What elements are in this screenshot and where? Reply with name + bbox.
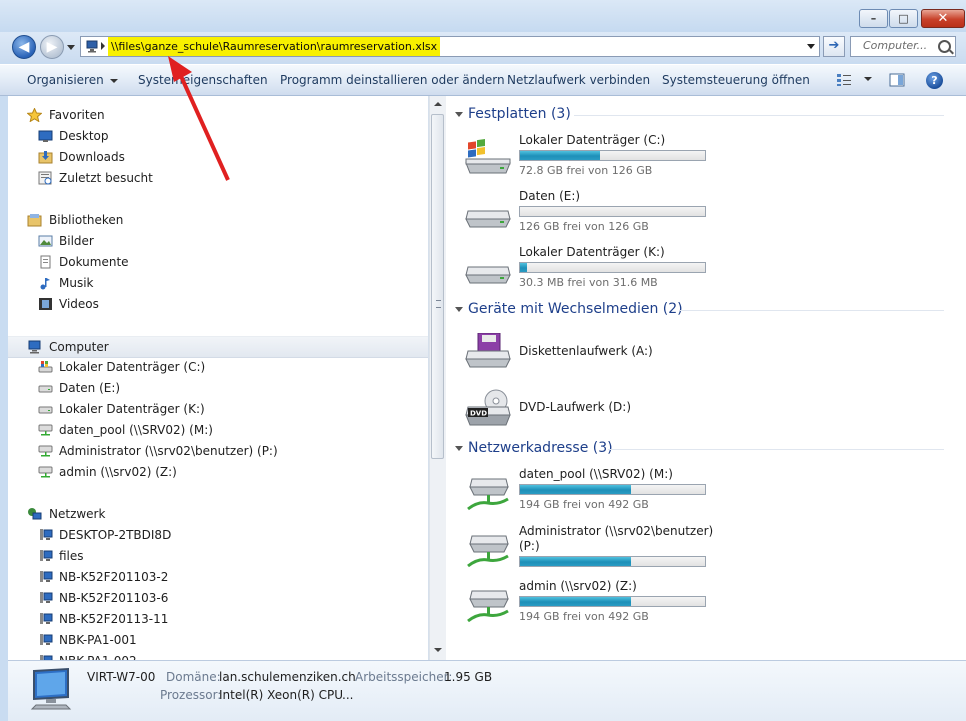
drive-usage-fill [520,151,600,160]
drive-usage-fill [520,485,631,494]
uninstall-program-button[interactable]: Programm deinstallieren oder ändern [280,73,505,87]
downloads-icon [38,151,53,164]
content-pane: Festplatten (3) Lokaler Datenträger (C:)… [446,96,951,660]
network-drive-icon [467,478,509,511]
network-drive-icon [38,466,53,478]
domain-value: lan.schulemenziken.ch [219,670,356,684]
collapse-group-icon[interactable] [455,112,463,117]
forward-arrow-icon: ▶ [46,39,58,55]
network-computer-icon [40,592,53,603]
network-computer-icon [40,529,53,540]
recent-pages-dropdown-icon[interactable] [67,45,75,50]
title-bar: – □ ✕ [0,0,966,34]
computer-icon [28,340,41,354]
libraries-icon [27,214,42,227]
search-placeholder: Computer... [863,39,928,52]
explorer-window: – □ ✕ ◀ ▶ \\files\ganze_schule\Raumreser… [0,0,966,721]
system-properties-button[interactable]: Systemeigenschaften [138,73,268,87]
command-bar: Organisieren Systemeigenschaften Program… [0,64,966,96]
dvd-drive-icon: DVD [465,389,511,426]
music-icon [40,278,50,290]
documents-icon [40,255,51,269]
computer-name: VIRT-W7-00 [87,670,156,684]
drive-usage-fill [520,597,631,606]
address-dropdown-icon[interactable] [807,44,815,49]
close-button[interactable]: ✕ [921,9,965,28]
view-options-icon[interactable] [836,73,852,87]
group-title-network-locations[interactable]: Netzwerkadresse (3) [468,440,613,456]
go-button[interactable]: ➔ [823,36,845,57]
minimize-button[interactable]: – [859,9,888,28]
hard-drive-icon [465,266,511,284]
organize-button[interactable]: Organisieren [27,73,118,87]
star-icon [27,108,42,122]
scrollbar-thumb[interactable] [431,114,444,459]
network-computer-icon [40,613,53,624]
network-computer-icon [40,571,53,582]
memory-label: Arbeitsspeicher: [355,670,453,684]
windows-system-drive-icon [465,139,511,174]
computer-icon [86,40,98,53]
drive-usage-bar [519,556,706,567]
network-drive-icon [38,424,53,436]
drive-usage-bar [519,206,706,217]
memory-value: 1.95 GB [444,670,493,684]
drive-icon [38,385,53,393]
group-title-hard-disks[interactable]: Festplatten (3) [468,106,571,122]
dvd-badge: DVD [470,410,487,418]
network-drive-icon [467,535,509,568]
scroll-down-icon[interactable] [434,648,442,652]
back-arrow-icon: ◀ [18,39,30,55]
domain-label: Domäne: [166,670,221,684]
computer-icon [30,667,72,710]
cpu-value: Intel(R) Xeon(R) CPU [219,688,344,702]
details-pane: VIRT-W7-00 Domäne: lan.schulemenziken.ch… [8,660,966,721]
collapse-group-icon[interactable] [455,446,463,451]
pictures-icon [38,235,53,247]
drive-usage-bar [519,484,706,495]
group-title-removable[interactable]: Geräte mit Wechselmedien (2) [468,301,683,317]
recent-places-icon [38,171,52,185]
network-computer-icon [40,550,53,561]
chevron-down-icon [109,78,118,83]
open-control-panel-button[interactable]: Systemsteuerung öffnen [662,73,810,87]
help-icon[interactable]: ? [926,72,943,89]
search-icon[interactable] [938,40,951,53]
map-network-drive-button[interactable]: Netzlaufwerk verbinden [507,73,650,87]
videos-icon [39,298,52,310]
desktop-icon [38,130,53,142]
hard-drive-icon [465,210,511,228]
network-drive-icon [467,590,509,623]
floppy-drive-icon [465,333,511,368]
drive-usage-fill [520,557,631,566]
navigation-pane-scrollbar[interactable] [429,96,446,660]
drive-usage-bar [519,262,706,273]
preview-pane-icon[interactable] [889,73,905,87]
maximize-button[interactable]: □ [889,9,918,28]
network-drive-icon [38,445,53,457]
network-computer-icon [40,634,53,645]
cpu-label: Prozessor: [160,688,222,702]
address-path[interactable]: \\files\ganze_schule\Raumreservation\rau… [108,37,441,56]
sidebar-group-computer[interactable]: Computer [8,336,428,358]
view-options-dropdown-icon[interactable] [858,71,872,85]
back-button[interactable]: ◀ [12,35,36,59]
forward-button[interactable]: ▶ [40,35,64,59]
scroll-up-icon[interactable] [434,102,442,106]
address-bar[interactable]: \\files\ganze_schule\Raumreservation\rau… [80,36,820,57]
search-box[interactable]: Computer... [850,36,956,57]
drive-usage-bar [519,150,706,161]
navigation-pane: Favoriten Desktop Downloads Zuletzt besu… [8,96,429,660]
drive-icon [38,406,53,414]
drive-usage-bar [519,596,706,607]
cpu-more: ... [342,688,354,702]
collapse-group-icon[interactable] [455,307,463,312]
drive-usage-fill [520,263,528,272]
content-pane-edge [951,96,966,660]
network-icon [28,508,42,520]
breadcrumb-separator-icon [101,42,105,50]
system-drive-icon [38,361,53,373]
